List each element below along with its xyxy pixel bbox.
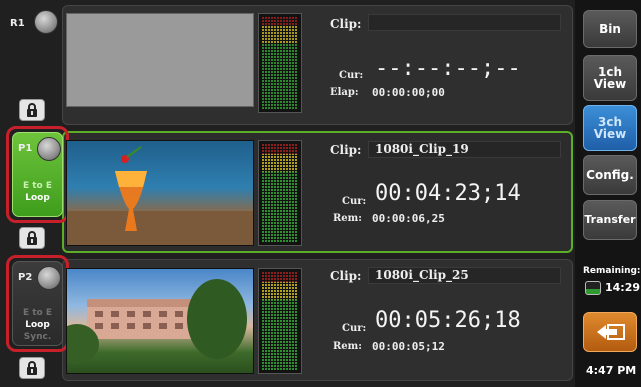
knob-icon[interactable] — [37, 266, 61, 290]
storage-icon — [585, 281, 601, 295]
transfer-button-label: Transfer — [584, 213, 636, 226]
channel-id-label: R1 — [10, 18, 25, 29]
mode-e-to-e: E to E — [22, 308, 53, 318]
clip-name-p2: 1080i_Clip_25 — [368, 267, 561, 284]
current-timecode-r1: --:--:--;-- — [375, 56, 521, 81]
lock-icon[interactable] — [19, 99, 45, 121]
remaining-value: 14:29 — [605, 281, 641, 294]
preview-thumbnail-p2 — [66, 268, 254, 374]
cur-label-r1: Cur: — [339, 70, 364, 81]
channel-id-label: P2 — [18, 272, 33, 283]
lock-icon[interactable] — [19, 357, 45, 379]
audio-meter-p2 — [258, 268, 302, 374]
mode-e-to-e: E to E — [22, 181, 53, 191]
1ch-view-button[interactable]: 1ch View — [583, 55, 637, 101]
clip-label-p1: Clip: — [330, 143, 362, 157]
lock-icon[interactable] — [19, 227, 45, 249]
meter-bars — [262, 144, 298, 242]
remaining-label-p2: Rem: — [333, 341, 362, 352]
elapsed-timecode-r1: 00:00:00;00 — [372, 86, 445, 99]
config-button[interactable]: Config. — [583, 155, 637, 195]
current-timecode-p1: 00:04:23;14 — [375, 181, 521, 206]
1ch-view-line2: View — [593, 77, 627, 91]
knob-icon[interactable] — [34, 10, 58, 34]
3ch-view-button[interactable]: 3ch View — [583, 105, 637, 151]
3ch-view-line2: View — [593, 127, 627, 141]
mode-list: E to E Loop Sync. — [13, 307, 62, 343]
bin-button-label: Bin — [599, 22, 621, 36]
clock: 4:47 PM — [586, 364, 637, 377]
config-button-label: Config. — [586, 168, 634, 182]
transfer-button[interactable]: Transfer — [583, 200, 637, 240]
preview-thumbnail-p1 — [66, 140, 254, 246]
mode-list: E to E Loop — [13, 180, 62, 204]
audio-meter-p1 — [258, 140, 302, 246]
preview-thumbnail-r1 — [66, 13, 254, 107]
back-button[interactable] — [583, 312, 637, 352]
channel-control-p2[interactable]: P2 E to E Loop Sync. — [12, 261, 63, 346]
elapsed-label-r1: Elap: — [330, 87, 359, 98]
current-timecode-p2: 00:05:26;18 — [375, 308, 521, 333]
cur-label-p2: Cur: — [342, 323, 367, 334]
channel-control-p1[interactable]: P1 E to E Loop — [12, 132, 63, 217]
remaining-timecode-p2: 00:00:05;12 — [372, 340, 445, 353]
cur-label-p1: Cur: — [342, 196, 367, 207]
channel-id-label: P1 — [18, 143, 33, 154]
bin-button[interactable]: Bin — [583, 10, 637, 48]
meter-bars — [262, 17, 298, 109]
remaining-label-p1: Rem: — [333, 213, 362, 224]
mode-sync: Sync. — [23, 332, 52, 342]
mode-loop: Loop — [25, 193, 50, 203]
knob-icon[interactable] — [37, 137, 61, 161]
clip-label-r1: Clip: — [330, 17, 362, 31]
clip-label-p2: Clip: — [330, 269, 362, 283]
channel-control-r1[interactable]: R1 — [6, 8, 58, 38]
meter-bars — [262, 272, 298, 370]
back-arrow-icon — [597, 324, 625, 340]
clip-name-p1: 1080i_Clip_19 — [368, 141, 561, 158]
remaining-label: Remaining: — [583, 266, 641, 276]
remaining-timecode-p1: 00:00:06,25 — [372, 212, 445, 225]
audio-meter-r1 — [258, 13, 302, 113]
clip-name-r1 — [368, 14, 561, 31]
mode-loop: Loop — [25, 320, 50, 330]
